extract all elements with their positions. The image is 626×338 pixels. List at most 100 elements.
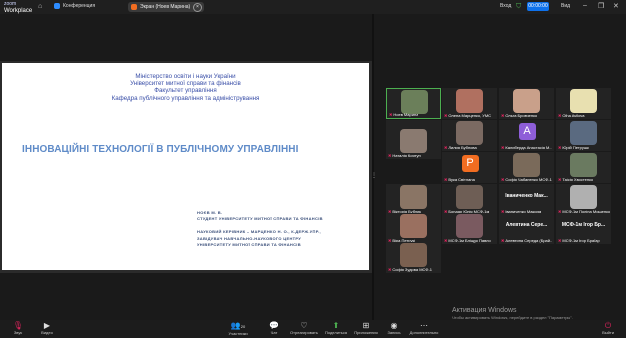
mic-muted-icon: ✖ [444, 177, 448, 182]
participant-name-label: МСФ-1м Ігор Браїар [562, 238, 600, 243]
participant-tile[interactable]: Іваниченко Мак... ✖ Іваниченко Максим [499, 184, 554, 215]
participant-name-label: Калиберда Анастасія М.. [505, 145, 552, 150]
participant-name-label: Алевтина Середа (Брай.. [505, 238, 553, 243]
participant-display-name: Іваниченко Мак... [505, 193, 548, 199]
participant-name-label: Olha Avilova [562, 113, 585, 118]
video-feed [456, 185, 483, 209]
university-line: Університет митної справи та фінансів [130, 80, 241, 88]
faculty-line: Факультет управління [154, 87, 217, 95]
participant-tile[interactable]: ✖ Бондар Юлія МСФ-1м [442, 184, 497, 215]
participant-tile[interactable]: A ✖ Калиберда Анастасія М.. [499, 120, 554, 151]
author-block: НОЄВ М. В. СТУДЕНТ УНІВЕРСИТЕТУ МИТНОЇ С… [197, 210, 323, 221]
video-feed [570, 121, 597, 145]
resize-handle-icon[interactable]: ⋮ [371, 172, 377, 180]
participants-button[interactable]: 👥20 Участники [220, 321, 256, 336]
mic-muted-icon: ✖ [501, 238, 505, 243]
participant-tile[interactable]: ✖ Olha Avilova [556, 88, 611, 119]
participant-tile[interactable]: ✖ Юрій Петрушк [556, 120, 611, 151]
author-role: СТУДЕНТ УНІВЕРСИТЕТУ МИТНОЇ СПРАВИ ТА ФІ… [197, 215, 323, 221]
mic-muted-icon: ✖ [389, 112, 393, 117]
leave-icon: ⏻ [604, 321, 612, 330]
participant-name: ✖ Наталія Коятун [388, 153, 421, 158]
participant-name-label: Софія Чабаненко МСФ-1 [505, 177, 552, 182]
video-feed [456, 214, 483, 238]
participant-tile[interactable]: ✖ Ольга Бровченко [499, 88, 554, 119]
department-line: Кафедра публічного управління та адмініс… [111, 94, 260, 102]
participant-name: ✖ МСФ-1м Ігор Браїар [558, 238, 600, 243]
participant-tile[interactable]: ✖ Олена Марценко, УМС [442, 88, 497, 119]
advisor-line-1: НАУКОВИЙ КЕРІВНИК – МАРЦЕНКО Н. О., К.ДЕ… [197, 229, 321, 234]
participant-name-label: Таісія Хвостенко [562, 177, 594, 182]
tab-conference[interactable]: Конференция [54, 3, 95, 9]
video-feed [400, 129, 427, 153]
shield-icon[interactable]: ⛉ [516, 3, 521, 11]
participant-name: ✖ Алевтина Середа (Брай.. [501, 238, 552, 243]
participant-name: ✖ Калиберда Анастасія М.. [501, 145, 552, 150]
video-feed [456, 121, 483, 145]
logo-bottom-text: Workplace [4, 8, 33, 14]
participants-label: Участники [228, 331, 248, 336]
participant-tile[interactable]: ✖ МСФ-1м Поліна Мощенко [556, 184, 611, 215]
leave-label: Выйти [602, 330, 614, 335]
tab-conference-label: Конференция [63, 3, 96, 9]
video-button[interactable]: ▶ Видео [29, 321, 65, 335]
mic-muted-icon: ✖ [558, 113, 562, 118]
logo-top-text: zoom [4, 1, 17, 7]
mic-muted-icon: ✖ [501, 177, 505, 182]
participant-name-label: Ольга Бровченко [505, 113, 538, 118]
participant-name-label: Софія Зудова МСФ-1 [392, 267, 433, 272]
participant-tile[interactable]: Р ✖ Вука Світлана [442, 152, 497, 183]
mic-muted-icon: ✖ [388, 267, 392, 272]
participant-name: ✖ Юрій Петрушк [558, 145, 589, 150]
windows-activation-title: Активация Windows [452, 307, 517, 314]
participant-tile[interactable]: ✖ Наталія Коятун [386, 128, 441, 159]
avatar: Р [461, 155, 479, 172]
slide-title: ІННОВАЦІЙНІ ТЕХНОЛОГІЇ В ПУБЛІЧНОМУ УПРА… [22, 144, 299, 155]
participant-name: ✖ Ольга Бровченко [501, 113, 537, 118]
leave-button[interactable]: ⏻ Выйти [590, 321, 626, 335]
video-icon: ▶ [43, 321, 51, 330]
advisor-line-2: ЗАВІДУВАЧ НАВЧАЛЬНО-НАУКОВОГО ЦЕНТРУ [197, 235, 302, 241]
home-icon[interactable]: ⌂ [38, 3, 42, 11]
participant-tile[interactable]: ✖ МСФ-1м Бліщук Павло [442, 213, 497, 244]
participant-tile[interactable]: ✖ Софія Чабаненко МСФ-1 [499, 152, 554, 183]
avatar: A [518, 123, 536, 140]
participant-tile[interactable]: ✖ Таісія Хвостенко [556, 152, 611, 183]
participant-tile[interactable]: ✖ Вікторія Бублик [386, 184, 441, 215]
zoom-logo: zoom Workplace [4, 1, 32, 14]
more-label: Дополнительно [409, 330, 439, 335]
split-divider[interactable] [372, 14, 374, 320]
video-feed [570, 185, 597, 209]
participant-tile[interactable]: ✖ Лилия Бубнова [442, 120, 497, 151]
participant-name: ✖ Лилия Бубнова [444, 145, 477, 150]
participant-name: ✖ Софія Зудова МСФ-1 [388, 267, 432, 272]
participant-tile[interactable]: МСФ-1м Ігор Бр... ✖ МСФ-1м Ігор Браїар [556, 213, 611, 244]
login-button[interactable]: Вход [500, 3, 511, 9]
participant-display-name: МСФ-1м Ігор Бр... [561, 222, 606, 228]
participant-name: ✖ Олена Марценко, УМС [444, 113, 491, 118]
close-window-icon[interactable]: ✕ [613, 2, 619, 10]
video-feed [401, 90, 428, 114]
close-icon[interactable]: × [193, 3, 202, 12]
mic-muted-icon: ✖ [558, 177, 562, 182]
view-button[interactable]: Вид [561, 3, 570, 9]
participant-tile[interactable]: ✖ Софія Зудова МСФ-1 [386, 242, 441, 273]
mic-muted-icon: ✖ [444, 113, 448, 118]
video-feed [570, 89, 597, 113]
video-feed [570, 153, 597, 177]
tab-screen-share[interactable]: Экран (Ноев Марина) × [128, 2, 204, 12]
participant-tile[interactable]: Алевтина Сере... ✖ Алевтина Середа (Брай.. [499, 213, 554, 244]
participant-name: ✖ Софія Чабаненко МСФ-1 [501, 177, 552, 182]
mic-muted-icon: ✖ [388, 153, 392, 158]
title-bar: zoom Workplace ⌂ Конференция Экран (Ноев… [0, 0, 626, 14]
maximize-icon[interactable]: ❐ [598, 2, 604, 10]
react-button[interactable]: ♡ Отреагировать [286, 321, 322, 335]
conference-icon [54, 3, 60, 9]
minimize-icon[interactable]: – [583, 2, 587, 9]
more-button[interactable]: ⋯ Дополнительно [406, 321, 442, 335]
participant-tile[interactable]: ✖ Ноев Марина [386, 88, 441, 119]
participant-tile[interactable]: ✖ Віра Петрукі [386, 213, 441, 244]
participant-name-label: Олена Марценко, УМС [448, 113, 492, 118]
react-label: Отреагировать [290, 330, 318, 335]
video-feed [400, 243, 427, 267]
